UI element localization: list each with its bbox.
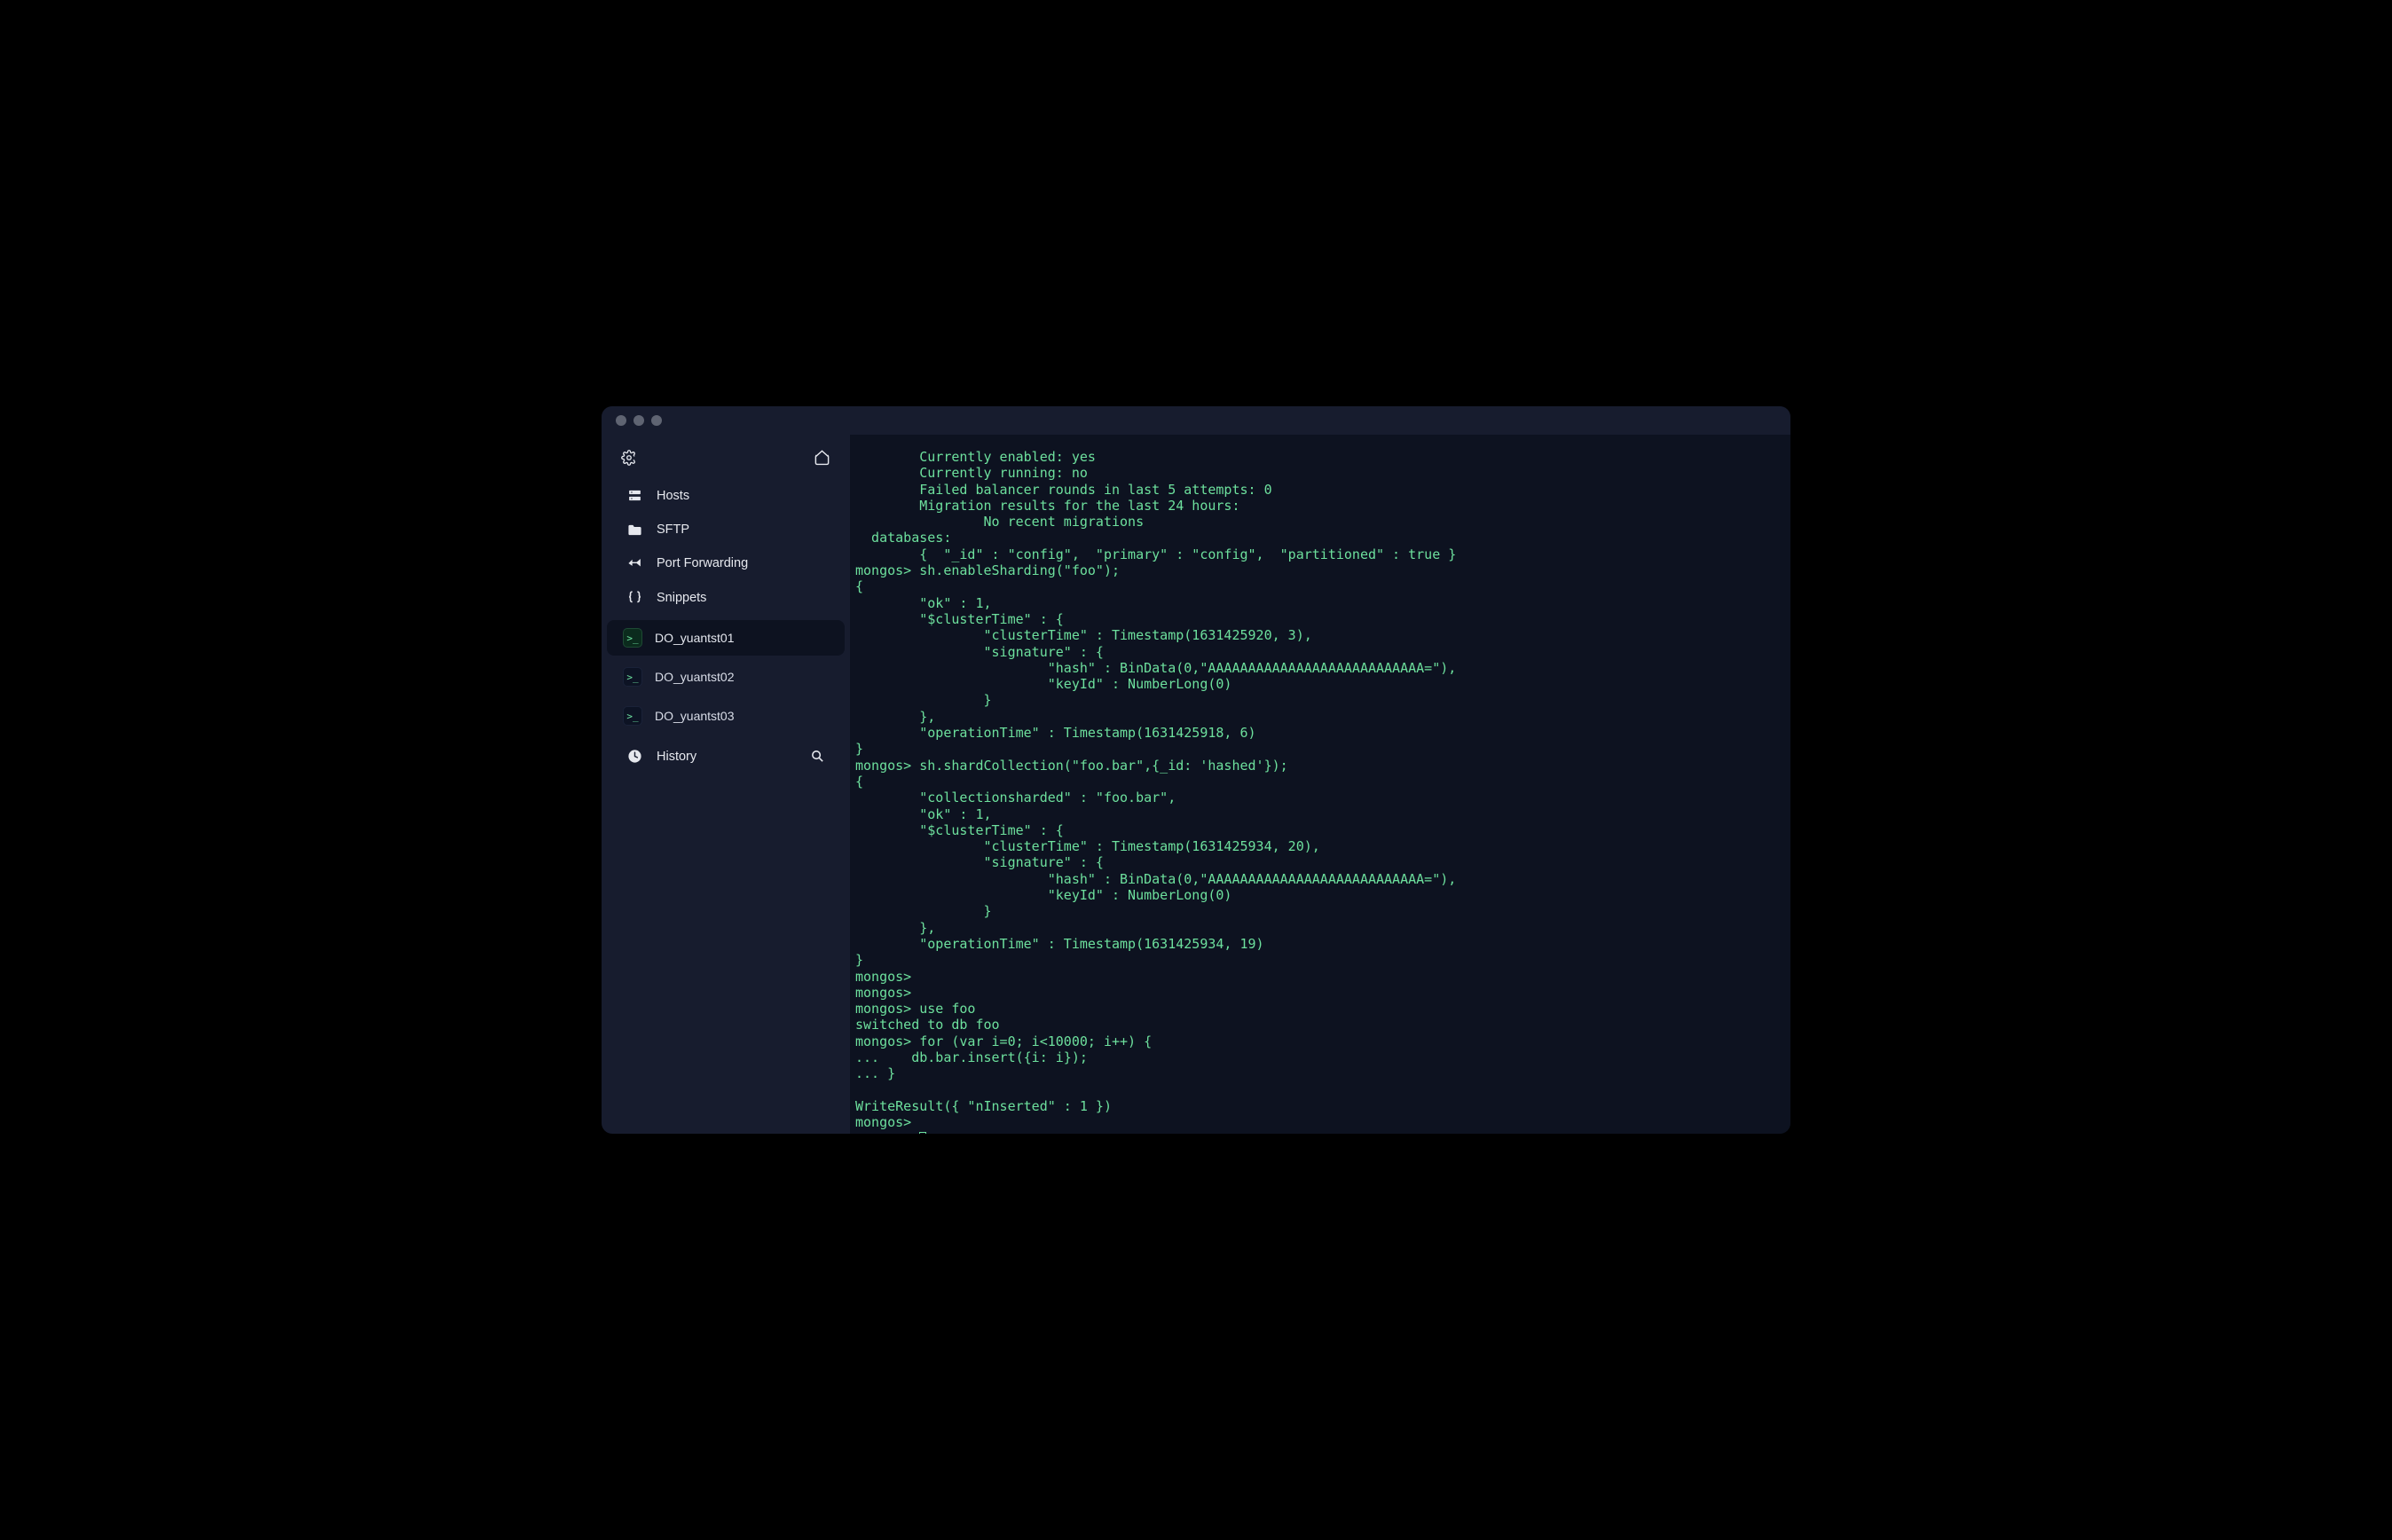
nav-label: Snippets [657,591,706,605]
terminal-icon: >_ [623,706,642,726]
terminal-icon: >_ [623,667,642,687]
sidebar-top-row [602,444,850,478]
nav-hosts[interactable]: Hosts [607,478,845,513]
tab-label: DO_yuantst02 [655,670,735,684]
folder-icon [626,523,642,537]
nav-port-forwarding[interactable]: Port Forwarding [607,546,845,580]
session-tab-3[interactable]: >_ DO_yuantst03 [607,698,845,734]
window-close-dot[interactable] [616,415,626,426]
hosts-icon [626,488,642,503]
window-maximize-dot[interactable] [651,415,662,426]
tab-label: DO_yuantst03 [655,709,735,723]
clock-icon [626,749,642,764]
session-tab-2[interactable]: >_ DO_yuantst02 [607,659,845,695]
session-tab-1[interactable]: >_ DO_yuantst01 [607,620,845,656]
nav-label: SFTP [657,522,689,537]
settings-icon[interactable] [621,450,637,466]
nav-sftp[interactable]: SFTP [607,513,845,546]
titlebar [602,406,1790,435]
nav-label: Hosts [657,489,689,503]
home-icon[interactable] [814,449,830,466]
nav-history[interactable]: History [607,739,845,774]
nav-label: History [657,750,696,764]
nav-snippets[interactable]: Snippets [607,580,845,615]
app-body: Hosts SFTP Port Forwarding Snippets [602,435,1790,1134]
sidebar: Hosts SFTP Port Forwarding Snippets [602,435,850,1134]
nav-label: Port Forwarding [657,556,748,570]
search-icon[interactable] [810,749,825,764]
terminal-pane[interactable]: Currently enabled: yes Currently running… [850,435,1790,1134]
window-minimize-dot[interactable] [633,415,644,426]
terminal-icon: >_ [623,628,642,648]
forward-icon [626,557,642,570]
app-window: Hosts SFTP Port Forwarding Snippets [602,406,1790,1134]
tab-label: DO_yuantst01 [655,631,735,645]
terminal-cursor [919,1132,926,1134]
braces-icon [626,590,642,605]
terminal-output: Currently enabled: yes Currently running… [855,449,1782,1134]
